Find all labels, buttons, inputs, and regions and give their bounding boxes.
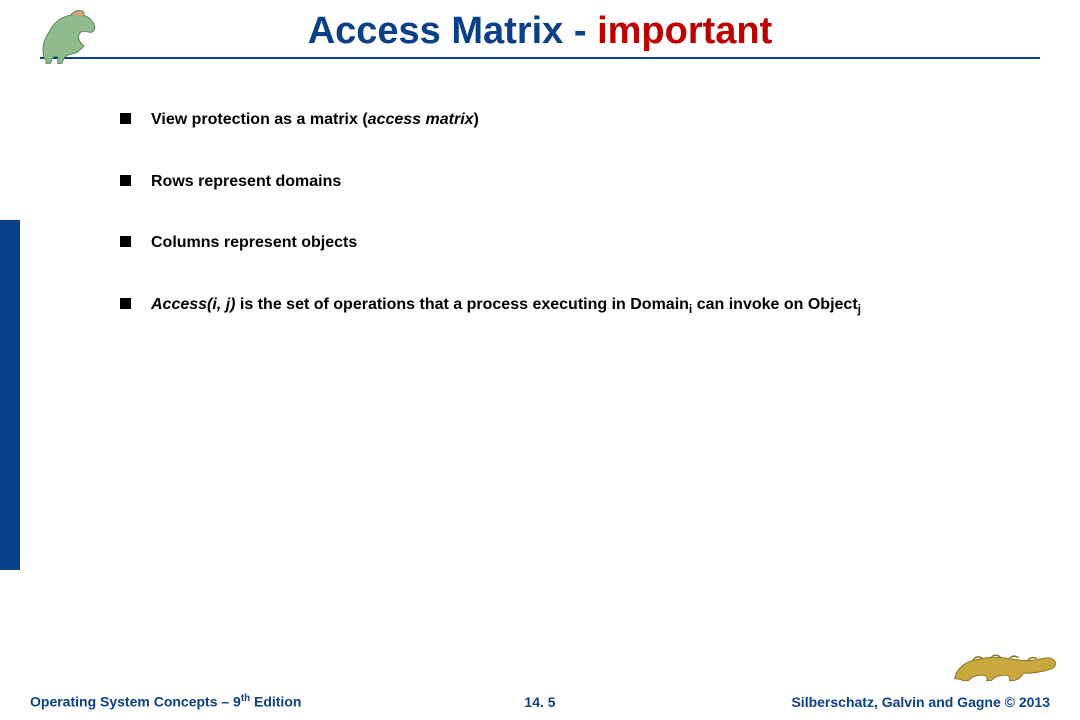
title-text-main: Access Matrix - [308, 10, 597, 52]
bullet-text: Rows represent domains [151, 171, 341, 193]
slide-header: Access Matrix - important [0, 0, 1080, 59]
list-item: Access(i, j) is the set of operations th… [120, 294, 1020, 317]
bullet-text: Access(i, j) is the set of operations th… [151, 294, 861, 317]
footer-book-title: Operating System Concepts – 9th Edition [30, 693, 301, 710]
slide-footer: Operating System Concepts – 9th Edition … [0, 693, 1080, 710]
square-bullet-icon [120, 175, 131, 186]
title-text-emphasis: important [597, 10, 772, 52]
bullet-text: View protection as a matrix (access matr… [151, 109, 479, 131]
footer-page-number: 14. 5 [524, 694, 555, 710]
square-bullet-icon [120, 236, 131, 247]
bullet-text: Columns represent objects [151, 232, 357, 254]
square-bullet-icon [120, 113, 131, 124]
dinosaur-footer-icon [950, 633, 1060, 688]
slide-content: View protection as a matrix (access matr… [0, 59, 1080, 317]
list-item: Rows represent domains [120, 171, 1020, 193]
title-underline [40, 57, 1040, 59]
list-item: Columns represent objects [120, 232, 1020, 254]
slide-title: Access Matrix - important [308, 10, 773, 53]
footer-copyright: Silberschatz, Galvin and Gagne © 2013 [791, 694, 1050, 710]
dinosaur-icon [30, 2, 120, 72]
square-bullet-icon [120, 298, 131, 309]
list-item: View protection as a matrix (access matr… [120, 109, 1020, 131]
side-accent-bar [0, 220, 20, 570]
